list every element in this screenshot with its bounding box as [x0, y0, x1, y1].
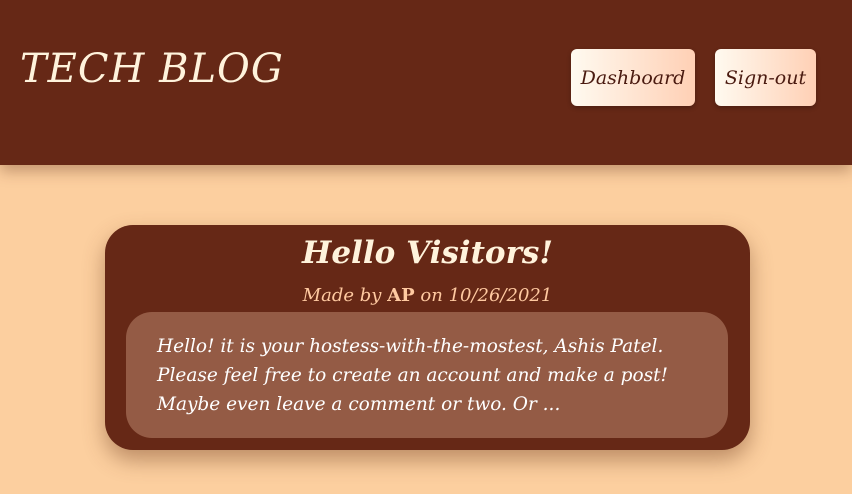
- post-author: AP: [387, 285, 415, 306]
- post-meta-on: on: [420, 285, 443, 306]
- post-title[interactable]: Hello Visitors!: [105, 235, 750, 271]
- site-title[interactable]: TECH BLOG: [20, 46, 284, 92]
- post-meta-prefix: Made by: [302, 285, 382, 306]
- site-header: TECH BLOG Dashboard Sign-out: [0, 0, 852, 165]
- post-body-line: Please feel free to create an account an…: [157, 365, 668, 386]
- post-date: 10/26/2021: [448, 285, 553, 306]
- post-body: Hello! it is your hostess-with-the-moste…: [126, 312, 728, 438]
- post-card[interactable]: Hello Visitors! Made by AP on 10/26/2021…: [105, 225, 750, 450]
- post-body-line: Hello! it is your hostess-with-the-moste…: [157, 336, 664, 357]
- dashboard-button[interactable]: Dashboard: [571, 49, 695, 106]
- sign-out-button[interactable]: Sign-out: [715, 49, 816, 106]
- post-meta: Made by AP on 10/26/2021: [105, 285, 750, 306]
- post-body-line: Maybe even leave a comment or two. Or ..…: [157, 394, 561, 415]
